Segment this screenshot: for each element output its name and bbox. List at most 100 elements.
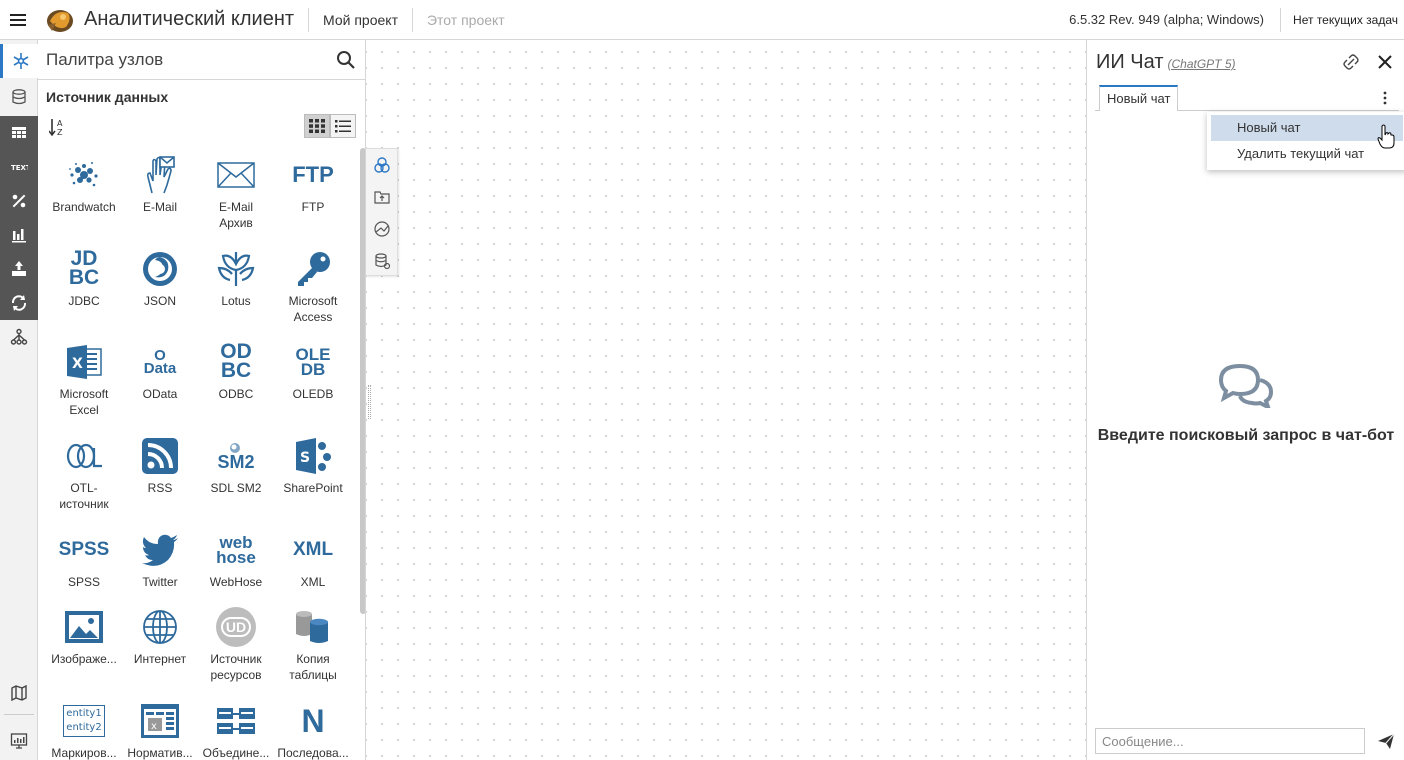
- app-title: Аналитический клиент: [84, 8, 295, 30]
- node-xml[interactable]: XML XML: [275, 528, 351, 590]
- merge-icon: [217, 708, 255, 734]
- node-label: SDL SM2: [210, 481, 262, 495]
- app-logo: [47, 9, 73, 32]
- hierarchy-icon[interactable]: [0, 320, 38, 354]
- sharepoint-icon: S: [296, 438, 331, 474]
- monitor-icon[interactable]: [0, 724, 38, 758]
- grid-view-button[interactable]: [304, 114, 330, 138]
- brandwatch-icon: [69, 162, 98, 187]
- workflow-canvas[interactable]: [366, 40, 1086, 760]
- map-icon[interactable]: [0, 676, 38, 710]
- percent-icon[interactable]: [0, 184, 38, 218]
- folder-tool-button[interactable]: [366, 181, 398, 213]
- svg-text:X: X: [72, 356, 83, 372]
- lotus-icon: [217, 252, 255, 286]
- menu-item-new-chat[interactable]: Новый чат: [1211, 115, 1403, 141]
- node-sharepoint[interactable]: S SharePoint: [275, 434, 351, 496]
- node-otl[interactable]: OTL- источник: [46, 434, 122, 512]
- node-spss[interactable]: SPSS SPSS: [46, 528, 122, 590]
- node-lotus[interactable]: Lotus: [198, 247, 274, 309]
- panel-resize-grip[interactable]: [368, 385, 371, 419]
- tasks-status[interactable]: Нет текущих задач: [1280, 7, 1398, 32]
- svg-text:A: A: [57, 119, 63, 128]
- section-title: Источник данных: [46, 89, 169, 105]
- node-normative[interactable]: x Норматив...: [122, 699, 198, 760]
- node-label: Интернет: [133, 652, 187, 666]
- circles-icon: [374, 157, 390, 173]
- key-icon: [298, 252, 330, 286]
- node-image[interactable]: Изображе...: [46, 605, 122, 667]
- node-twitter[interactable]: Twitter: [122, 528, 198, 590]
- node-odbc[interactable]: OD BC ODBC: [198, 340, 274, 402]
- node-label: Объедине...: [202, 746, 270, 760]
- node-oledb[interactable]: OLE DB OLEDB: [275, 340, 351, 402]
- node-resource-source[interactable]: UD Источник ресурсов: [198, 605, 274, 683]
- canvas-toolbar: [366, 148, 398, 276]
- hamburger-menu-icon[interactable]: [0, 0, 36, 40]
- node-label: RSS: [147, 481, 173, 495]
- more-vertical-icon[interactable]: [1381, 90, 1389, 106]
- top-separator: [411, 7, 413, 32]
- node-odata[interactable]: O Data OData: [122, 340, 198, 402]
- node-label: WebHose: [209, 575, 263, 589]
- rss-icon: [142, 438, 178, 474]
- node-internet[interactable]: Интернет: [122, 605, 198, 667]
- node-ms-excel[interactable]: X Microsoft Excel: [46, 340, 122, 418]
- node-table-copy[interactable]: Копия таблицы: [275, 605, 351, 683]
- export-icon[interactable]: [0, 252, 38, 286]
- node-merge[interactable]: Объедине...: [198, 699, 274, 760]
- top-separator: [308, 7, 310, 32]
- node-sequence[interactable]: N Последова...: [275, 699, 351, 760]
- sm2-icon: SM2: [217, 451, 255, 472]
- svg-text:x: x: [151, 721, 157, 732]
- palette-search-input[interactable]: [46, 48, 326, 72]
- node-label: Brandwatch: [52, 200, 116, 214]
- xml-icon: XML: [292, 539, 334, 561]
- unlink-icon[interactable]: [1343, 54, 1359, 70]
- close-icon[interactable]: [1377, 54, 1393, 70]
- node-label: OTL- источник: [59, 481, 109, 511]
- node-label: OData: [142, 387, 178, 401]
- table-icon[interactable]: [0, 116, 38, 150]
- chat-empty-message: Введите поисковый запрос в чат-бот: [1097, 427, 1395, 444]
- text-icon[interactable]: TEXT: [0, 150, 38, 184]
- nodes-icon[interactable]: [0, 44, 38, 78]
- chat-model-link[interactable]: (ChatGPT 5): [1167, 57, 1235, 71]
- refresh-icon[interactable]: [0, 286, 38, 320]
- node-ms-access[interactable]: Microsoft Access: [275, 247, 351, 325]
- menu-item-delete-chat[interactable]: Удалить текущий чат: [1211, 141, 1403, 167]
- database-tool-button[interactable]: [366, 245, 398, 277]
- node-label: FTP: [301, 200, 325, 214]
- chart-tool-button[interactable]: [366, 213, 398, 245]
- bar-chart-icon[interactable]: [0, 218, 38, 252]
- node-json[interactable]: JSON: [122, 247, 198, 309]
- node-sdl-sm2[interactable]: SM2 SDL SM2: [198, 434, 274, 496]
- chat-title: ИИ Чат (ChatGPT 5): [1096, 51, 1236, 74]
- send-icon[interactable]: [1377, 732, 1395, 750]
- table-copy-icon: [296, 611, 328, 643]
- node-marking[interactable]: entity1 entity2 Маркиров...: [46, 699, 122, 760]
- resource-icon: UD: [216, 607, 256, 647]
- chat-tab-new[interactable]: Новый чат: [1099, 85, 1179, 111]
- node-email-archive[interactable]: E-Mail Архив: [198, 153, 274, 231]
- node-brandwatch[interactable]: Brandwatch: [46, 153, 122, 215]
- node-label: SharePoint: [283, 481, 343, 495]
- my-project-link[interactable]: Мой проект: [323, 12, 398, 28]
- node-ftp[interactable]: FTP FTP: [275, 153, 351, 215]
- node-rss[interactable]: RSS: [122, 434, 198, 496]
- sort-az-icon[interactable]: AZ: [49, 117, 67, 137]
- node-webhose[interactable]: web hose WebHose: [198, 528, 274, 590]
- list-view-button[interactable]: [330, 114, 356, 138]
- database-icon[interactable]: [0, 80, 38, 114]
- resource-glyph: UD: [220, 617, 252, 637]
- nodes-tool-button[interactable]: [366, 149, 398, 181]
- chat-dropdown-menu: Новый чат Удалить текущий чат: [1207, 112, 1404, 170]
- node-jdbc[interactable]: JD BC JDBC: [46, 247, 122, 309]
- chat-message-input[interactable]: [1095, 728, 1365, 754]
- node-label: E-Mail: [142, 200, 177, 214]
- image-icon: [65, 611, 103, 643]
- search-icon[interactable]: [336, 50, 356, 70]
- node-email[interactable]: E-Mail: [122, 153, 198, 215]
- oledb-icon: OLE DB: [295, 344, 331, 379]
- node-label: ODBC: [218, 387, 254, 401]
